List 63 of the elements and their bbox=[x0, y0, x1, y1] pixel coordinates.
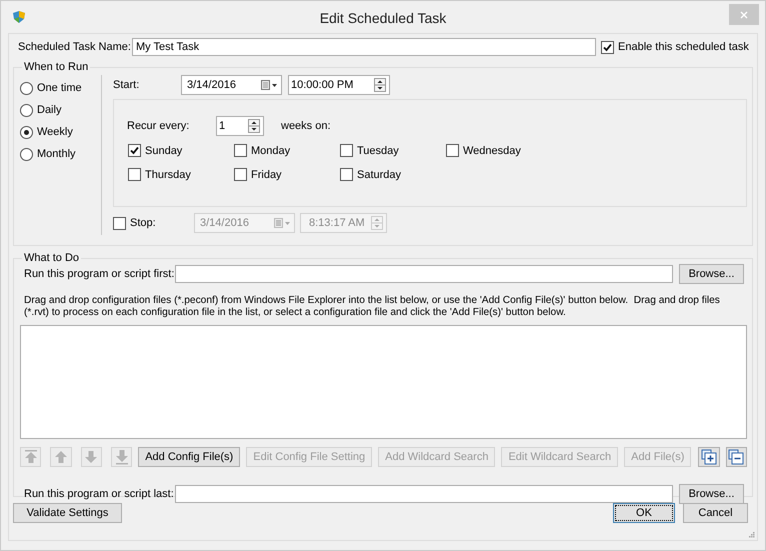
app-icon bbox=[12, 10, 26, 24]
icon-button[interactable] bbox=[698, 447, 720, 467]
resize-grip-icon bbox=[749, 532, 755, 538]
radio-label: Daily bbox=[37, 104, 62, 116]
number-spinner[interactable]: 1 bbox=[216, 116, 264, 136]
radio-label: One time bbox=[37, 82, 82, 94]
expand-icon bbox=[701, 449, 717, 465]
up-arrow-icon bbox=[52, 449, 69, 465]
radio-button[interactable] bbox=[20, 104, 33, 116]
calendar-dropdown-icon bbox=[274, 218, 291, 228]
spin-arrows-icon bbox=[371, 216, 383, 230]
dialog-button[interactable]: Validate Settings bbox=[13, 503, 122, 523]
checkbox-label: Friday bbox=[251, 168, 282, 180]
checkbox-label: Stop: bbox=[130, 217, 156, 229]
field-label: Run this program or script last: bbox=[24, 488, 175, 500]
date-picker[interactable]: 3/14/2016 bbox=[181, 75, 282, 95]
checkbox-label: Wednesday bbox=[463, 144, 521, 156]
checkbox-label: Monday bbox=[251, 144, 290, 156]
group-title: When to Run bbox=[23, 61, 90, 73]
icon-button[interactable] bbox=[726, 447, 747, 467]
spin-arrows-icon bbox=[248, 119, 260, 133]
time-picker[interactable]: 10:00:00 PM bbox=[288, 75, 390, 95]
checkbox[interactable] bbox=[340, 168, 353, 181]
arrow-to-bottom-icon bbox=[114, 449, 130, 465]
checkbox[interactable] bbox=[234, 144, 247, 157]
checkbox[interactable] bbox=[128, 144, 141, 157]
radio-button[interactable] bbox=[20, 82, 33, 94]
task-name-field[interactable]: My Test Task bbox=[132, 38, 596, 56]
browse-button[interactable]: Browse... bbox=[679, 264, 744, 284]
checkbox[interactable] bbox=[601, 40, 614, 54]
close-icon bbox=[740, 10, 748, 18]
field-label: Recur every: bbox=[127, 120, 190, 132]
arrow-to-top-icon bbox=[22, 449, 39, 465]
down-arrow-icon bbox=[83, 449, 100, 465]
checkbox[interactable] bbox=[446, 144, 459, 157]
browse-button[interactable]: Browse... bbox=[679, 484, 744, 504]
radio-label: Monthly bbox=[37, 148, 76, 160]
radio-label: Weekly bbox=[37, 126, 73, 138]
checkbox-label: Enable this scheduled task bbox=[618, 41, 749, 53]
checkbox-label: Saturday bbox=[357, 168, 402, 180]
checkbox[interactable] bbox=[340, 144, 353, 157]
instructions-text: Drag and drop configuration files (*.peconf) from Windows File Explorer into the list below, or use the 'Add Config File(s)' button below. Drag and drop files (*.rvt) to process on each configuration file in the list, or select a configuration file and click the 'Add File(s)' button below. bbox=[24, 295, 721, 319]
path-field[interactable] bbox=[175, 265, 673, 283]
field-label: Run this program or script first: bbox=[24, 268, 175, 280]
checkbox[interactable] bbox=[234, 168, 247, 181]
group-title: What to Do bbox=[23, 252, 80, 264]
spin-arrows-icon bbox=[374, 78, 386, 92]
field-label: Scheduled Task Name: bbox=[18, 41, 132, 53]
checkbox[interactable] bbox=[128, 168, 141, 181]
checkbox-label: Thursday bbox=[145, 168, 191, 180]
path-field[interactable] bbox=[175, 485, 673, 503]
window-title: Edit Scheduled Task bbox=[320, 10, 446, 26]
checkbox-label: Tuesday bbox=[357, 144, 399, 156]
dialog-button[interactable]: Cancel bbox=[683, 503, 748, 523]
radio-button[interactable] bbox=[20, 126, 33, 138]
field-label: Start: bbox=[113, 79, 140, 91]
checkbox-label: Sunday bbox=[145, 144, 182, 156]
field-label: weeks on: bbox=[281, 120, 331, 132]
collapse-icon bbox=[728, 449, 744, 465]
dialog-button[interactable]: OK bbox=[613, 503, 675, 523]
calendar-dropdown-icon bbox=[261, 80, 278, 90]
list-action-button[interactable]: Add Config File(s) bbox=[138, 447, 240, 467]
radio-button[interactable] bbox=[20, 148, 33, 160]
